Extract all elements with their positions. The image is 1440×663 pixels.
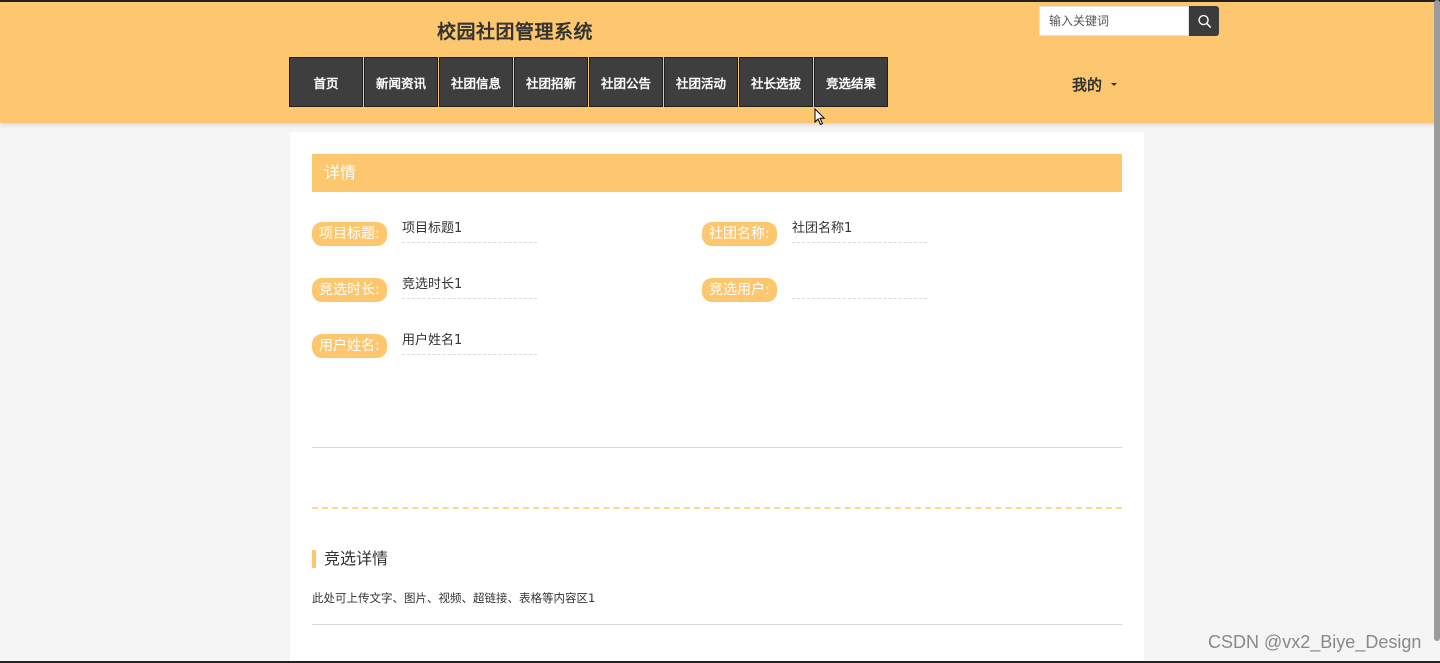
search-icon [1197,14,1211,28]
nav-club-notice[interactable]: 社团公告 [589,57,663,107]
nav-news[interactable]: 新闻资讯 [364,57,438,107]
search-input[interactable] [1039,6,1189,36]
section-title: 详情 [312,154,1122,192]
field-value: 用户姓名1 [402,331,537,355]
main-nav: 首页 新闻资讯 社团信息 社团招新 社团公告 社团活动 社长选拔 竞选结果 [289,57,889,107]
field-label: 竞选用户: [702,278,777,302]
nav-club-activity[interactable]: 社团活动 [664,57,738,107]
divider [312,447,1122,448]
field-label: 项目标题: [312,222,387,246]
caret-down-icon [1111,83,1118,86]
nav-club-recruit[interactable]: 社团招新 [514,57,588,107]
nav-home[interactable]: 首页 [289,57,363,107]
field-value: 竞选时长1 [402,275,537,299]
watermark: CSDN @vx2_Biye_Design [1208,632,1422,652]
user-menu-label: 我的 [1072,76,1103,94]
field-value [792,275,927,299]
page-scrollbar[interactable] [1434,0,1440,641]
detail-panel: 详情 项目标题: 项目标题1 社团名称: 社团名称1 竞选时长: 竞选时长1 竞… [290,132,1144,663]
content-text: 此处可上传文字、图片、视频、超链接、表格等内容区1 [312,591,596,605]
nav-president-election[interactable]: 社长选拔 [739,57,813,107]
field-label: 用户姓名: [312,334,387,358]
field-label: 社团名称: [702,222,777,246]
user-menu[interactable]: 我的 [1072,74,1118,95]
nav-election-result[interactable]: 竞选结果 [814,57,888,107]
dashed-divider [312,507,1122,509]
site-title: 校园社团管理系统 [437,21,594,43]
content-title: 竞选详情 [312,550,388,568]
nav-club-info[interactable]: 社团信息 [439,57,513,107]
site-header: 校园社团管理系统 首页 新闻资讯 社团信息 社团招新 社团公告 社团活动 社长选… [0,2,1440,123]
field-value: 社团名称1 [792,219,927,243]
search-button[interactable] [1189,6,1219,36]
divider [312,624,1122,625]
field-value: 项目标题1 [402,219,537,243]
field-label: 竞选时长: [312,278,387,302]
mouse-cursor-icon [814,108,826,126]
